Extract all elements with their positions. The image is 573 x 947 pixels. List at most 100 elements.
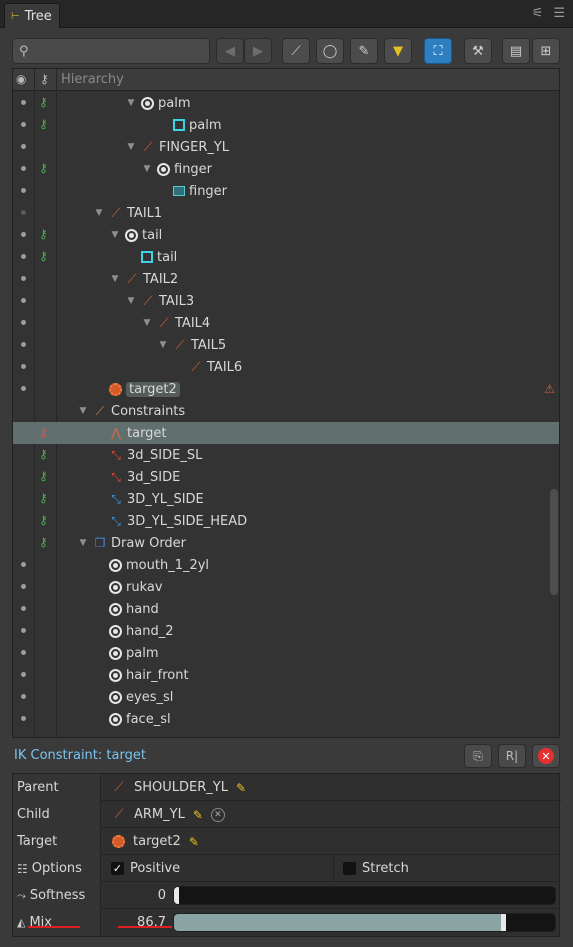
forward-button[interactable]: ▶ xyxy=(244,38,272,64)
tree-row[interactable]: hair_front xyxy=(13,664,559,686)
visibility-dot[interactable] xyxy=(21,188,26,193)
visibility-dot[interactable] xyxy=(21,254,26,259)
pencil-icon[interactable]: ✎ xyxy=(236,781,246,795)
rename-button[interactable]: R| xyxy=(498,744,526,768)
expand-triangle-icon[interactable]: ▼ xyxy=(93,208,105,218)
expand-triangle-icon[interactable]: ▼ xyxy=(109,274,121,284)
pencil-icon[interactable]: ✎ xyxy=(193,808,203,822)
tree-row[interactable]: hand xyxy=(13,598,559,620)
visibility-dot[interactable] xyxy=(21,320,26,325)
focus-selection-button[interactable]: ⛶ xyxy=(424,38,452,64)
visibility-dot[interactable] xyxy=(21,276,26,281)
key-icon[interactable]: ⚷ xyxy=(39,535,48,549)
visibility-dot[interactable] xyxy=(21,364,26,369)
key-icon[interactable]: ⚷ xyxy=(39,447,48,461)
filter-attachments-button[interactable]: ✎ xyxy=(350,38,378,64)
collapse-button[interactable]: ▤ xyxy=(502,38,530,64)
expand-triangle-icon[interactable]: ▼ xyxy=(125,98,137,108)
tree-row[interactable]: face_sl xyxy=(13,708,559,730)
tree-row[interactable]: finger xyxy=(13,180,559,202)
key-icon[interactable]: ⚷ xyxy=(39,469,48,483)
menu-icon[interactable]: ☰ xyxy=(553,6,565,21)
tree-row[interactable]: hand_2 xyxy=(13,620,559,642)
tree-row[interactable]: ⚷ ⤡ 3D_YL_SIDE xyxy=(13,488,559,510)
key-icon[interactable]: ⚷ xyxy=(39,491,48,505)
expand-triangle-icon[interactable]: ▼ xyxy=(77,406,89,416)
target-value[interactable]: target2 xyxy=(133,834,181,849)
tree-row[interactable]: rukav xyxy=(13,576,559,598)
expand-triangle-icon[interactable]: ▼ xyxy=(141,164,153,174)
search-input[interactable]: ⚲ xyxy=(12,38,210,64)
tree-row[interactable]: ▼ ⟋ TAIL1 xyxy=(13,202,559,224)
tree-row[interactable]: ⚷ ⤡ 3D_YL_SIDE_HEAD xyxy=(13,510,559,532)
expand-triangle-icon[interactable]: ▼ xyxy=(157,340,169,350)
tree-row[interactable]: ⚷ ▼ ❐ Draw Order xyxy=(13,532,559,554)
visibility-dot[interactable] xyxy=(21,672,26,677)
tree-row[interactable]: target2 ⚠ xyxy=(13,378,559,400)
expand-button[interactable]: ⊞ xyxy=(532,38,560,64)
key-icon[interactable]: ⚷ xyxy=(39,117,48,131)
expand-triangle-icon[interactable]: ▼ xyxy=(109,230,121,240)
visibility-dot[interactable] xyxy=(21,562,26,567)
tree-row[interactable]: ▼ ⟋ TAIL2 xyxy=(13,268,559,290)
tree-row[interactable]: ⚷ ⤡ 3d_SIDE_SL xyxy=(13,444,559,466)
tree-row[interactable]: ⚷ ⋀ target xyxy=(13,422,559,444)
visibility-dot[interactable] xyxy=(21,210,26,215)
back-button[interactable]: ◀ xyxy=(216,38,244,64)
clear-child-icon[interactable]: ✕ xyxy=(210,807,225,822)
expand-triangle-icon[interactable]: ▼ xyxy=(141,318,153,328)
visibility-dot[interactable] xyxy=(21,584,26,589)
key-icon[interactable]: ⚷ xyxy=(39,227,48,241)
softness-value[interactable]: 0 xyxy=(102,888,166,903)
visibility-dot[interactable] xyxy=(21,144,26,149)
tree-row[interactable]: palm xyxy=(13,642,559,664)
tree-row[interactable]: ⚷ palm xyxy=(13,114,559,136)
visibility-dot[interactable] xyxy=(21,100,26,105)
key-icon[interactable]: ⚷ xyxy=(39,513,48,527)
positive-checkbox[interactable]: ✓ Positive xyxy=(111,855,180,882)
child-value[interactable]: ARM_YL xyxy=(134,807,185,822)
tree-row[interactable]: ⚷ ⤡ 3d_SIDE xyxy=(13,466,559,488)
stretch-checkbox[interactable]: Stretch xyxy=(343,855,409,882)
key-icon[interactable]: ⚷ xyxy=(39,425,48,439)
tree-row[interactable]: ⚷ ▼ finger xyxy=(13,158,559,180)
tree-row[interactable]: ▼ ⟋ FINGER_YL xyxy=(13,136,559,158)
visibility-column-header[interactable]: ◉ xyxy=(13,69,35,90)
visibility-dot[interactable] xyxy=(21,716,26,721)
tree-row[interactable]: mouth_1_2yl xyxy=(13,554,559,576)
key-icon[interactable]: ⚷ xyxy=(39,95,48,109)
delete-button[interactable]: ✕ xyxy=(532,744,560,768)
visibility-dot[interactable] xyxy=(21,628,26,633)
pencil-icon[interactable]: ✎ xyxy=(189,835,199,849)
visibility-dot[interactable] xyxy=(21,386,26,391)
tools-button[interactable]: ⚒ xyxy=(464,38,492,64)
tree-row[interactable]: ▼ ⟋ TAIL3 xyxy=(13,290,559,312)
tree-row[interactable]: ⚷ tail xyxy=(13,246,559,268)
visibility-dot[interactable] xyxy=(21,232,26,237)
key-icon[interactable]: ⚷ xyxy=(39,161,48,175)
visibility-dot[interactable] xyxy=(21,694,26,699)
visibility-dot[interactable] xyxy=(21,122,26,127)
softness-slider[interactable] xyxy=(173,886,556,905)
copy-button[interactable]: ⎘ xyxy=(464,744,492,768)
expand-triangle-icon[interactable]: ▼ xyxy=(77,538,89,548)
mix-handle[interactable] xyxy=(501,914,506,931)
softness-handle[interactable] xyxy=(174,887,179,904)
filter-slots-button[interactable]: ◯ xyxy=(316,38,344,64)
visibility-dot[interactable] xyxy=(21,650,26,655)
filter-bones-button[interactable]: ⟋ xyxy=(282,38,310,64)
visibility-dot[interactable] xyxy=(21,166,26,171)
parent-value[interactable]: SHOULDER_YL xyxy=(134,780,228,795)
key-column-header[interactable]: ⚷ xyxy=(35,69,57,90)
expand-triangle-icon[interactable]: ▼ xyxy=(125,296,137,306)
tree-row[interactable]: ▼ ⟋ Constraints xyxy=(13,400,559,422)
visibility-dot[interactable] xyxy=(21,342,26,347)
tree-row[interactable]: eyes_sl xyxy=(13,686,559,708)
mix-slider[interactable] xyxy=(173,913,556,932)
tree-row[interactable]: ⚷ ▼ palm xyxy=(13,92,559,114)
tree-row[interactable]: ⟋ TAIL6 xyxy=(13,356,559,378)
expand-triangle-icon[interactable]: ▼ xyxy=(125,142,137,152)
tree-row[interactable]: ⚷ ▼ tail xyxy=(13,224,559,246)
key-icon[interactable]: ⚷ xyxy=(39,249,48,263)
filter-constraints-button[interactable]: ▼ xyxy=(384,38,412,64)
